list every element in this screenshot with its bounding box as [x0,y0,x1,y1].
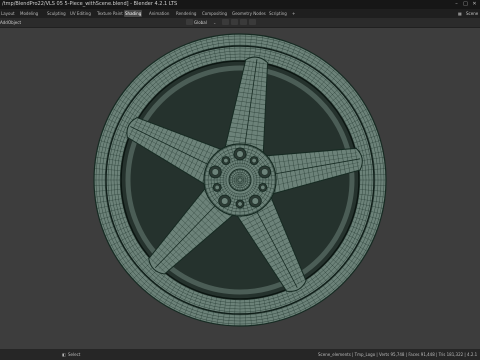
window-titlebar: /tmp/BlendPro22/VLS 05 5-Piece_withScene… [0,0,480,9]
viewport-header: Add Object Global ⌄ [0,18,480,28]
orientation-icon[interactable] [186,19,193,25]
tab-sculpting[interactable]: Sculpting [46,10,67,17]
menu-object[interactable]: Object [8,19,21,26]
tab-geometry-nodes[interactable]: Geometry Nodes [231,10,267,17]
add-workspace-button[interactable]: + [291,10,296,17]
falloff-icon[interactable] [249,19,256,25]
scene-statistics: Scene_elements | Tmp_Logo | Verts 95,748… [318,352,478,357]
tab-rendering[interactable]: Rendering [175,10,197,17]
tab-uv-editing[interactable]: UV Editing [69,10,92,17]
transform-orientation-dropdown[interactable]: Global [194,19,207,26]
3d-viewport[interactable] [0,28,480,349]
scene-selector[interactable]: Scene [466,10,478,17]
proportional-edit-icon[interactable] [240,19,247,25]
workspace-tabs: Layout Modeling Sculpting UV Editing Tex… [0,9,480,18]
hub [203,143,277,217]
pivot-icon[interactable] [222,19,229,25]
minimize-button[interactable]: – [452,0,461,9]
status-left-text: Select [68,352,81,357]
window-title: /tmp/BlendPro22/VLS 05 5-Piece_withScene… [2,1,178,7]
maximize-button[interactable]: □ [461,0,470,9]
tab-scripting[interactable]: Scripting [268,10,288,17]
tab-shading[interactable]: Shading [124,10,143,17]
menu-add[interactable]: Add [0,19,8,26]
tab-modeling[interactable]: Modeling [19,10,39,17]
snap-icon[interactable] [231,19,238,25]
tab-compositing[interactable]: Compositing [201,10,228,17]
status-bar: ◧ Select Scene_elements | Tmp_Logo | Ver… [0,349,480,360]
close-button[interactable]: ✕ [470,0,479,9]
scene-icon[interactable]: ▦ [458,10,462,17]
mouse-select-icon: ◧ [62,352,66,357]
chevron-down-icon[interactable]: ⌄ [213,19,216,26]
wheel-mesh [93,33,387,327]
tab-layout[interactable]: Layout [0,10,16,17]
tab-animation[interactable]: Animation [148,10,170,17]
tab-texture-paint[interactable]: Texture Paint [96,10,124,17]
